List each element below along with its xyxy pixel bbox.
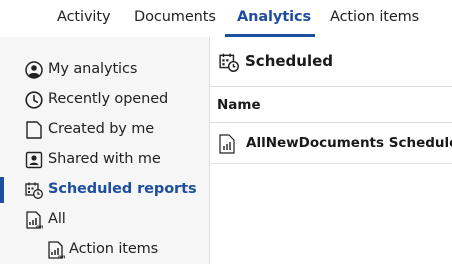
shared-user-icon	[25, 151, 43, 169]
sidebar-item-shared-with-me[interactable]: Shared with me	[0, 147, 209, 173]
report-chart-icon	[218, 134, 236, 154]
calendar-clock-icon	[219, 52, 239, 72]
sidebar-item-scheduled-reports[interactable]: Scheduled reports	[0, 177, 209, 203]
page-title: Scheduled	[245, 52, 334, 70]
tab-activity[interactable]: Activity	[57, 9, 111, 25]
column-header-label: Name	[217, 97, 261, 113]
svg-text:on: on	[58, 255, 65, 260]
tab-analytics[interactable]: Analytics	[237, 9, 311, 25]
sidebar-item-label: Scheduled reports	[48, 181, 197, 197]
active-item-indicator	[0, 177, 4, 203]
sidebar-item-action-items[interactable]: on Action items	[0, 237, 209, 263]
sidebar-item-created-by-me[interactable]: Created by me	[0, 117, 209, 143]
sidebar-item-label: Action items	[69, 241, 159, 257]
tab-documents[interactable]: Documents	[134, 9, 216, 25]
svg-text:on: on	[36, 225, 43, 230]
sidebar-item-recently-opened[interactable]: Recently opened	[0, 87, 209, 113]
clock-icon	[25, 91, 43, 109]
calendar-clock-icon	[25, 181, 43, 199]
report-name: AllNewDocuments Schedule	[246, 135, 452, 151]
panel-header: Scheduled	[210, 37, 452, 87]
sidebar-item-my-analytics[interactable]: My analytics	[0, 57, 209, 83]
report-chart-icon: on	[47, 241, 65, 259]
sidebar-item-label: My analytics	[48, 61, 138, 77]
document-icon	[25, 121, 43, 139]
column-header-name[interactable]: Name	[210, 88, 452, 123]
sidebar-item-label: All	[48, 211, 66, 227]
sidebar-item-label: Recently opened	[48, 91, 169, 107]
sidebar-item-label: Created by me	[48, 121, 155, 137]
sidebar-item-all[interactable]: on All	[0, 207, 209, 233]
tab-action-items[interactable]: Action items	[330, 9, 419, 25]
report-chart-icon: on	[25, 211, 43, 229]
analytics-sidebar: My analytics Recently opened Created by …	[0, 37, 210, 264]
top-tab-bar: Activity Documents Analytics Action item…	[0, 0, 452, 37]
sidebar-item-label: Shared with me	[48, 151, 161, 167]
table-row[interactable]: AllNewDocuments Schedule	[210, 124, 452, 164]
scheduled-reports-panel: Scheduled Name AllNewDocuments Schedule	[210, 37, 452, 264]
user-circle-icon	[25, 61, 43, 79]
